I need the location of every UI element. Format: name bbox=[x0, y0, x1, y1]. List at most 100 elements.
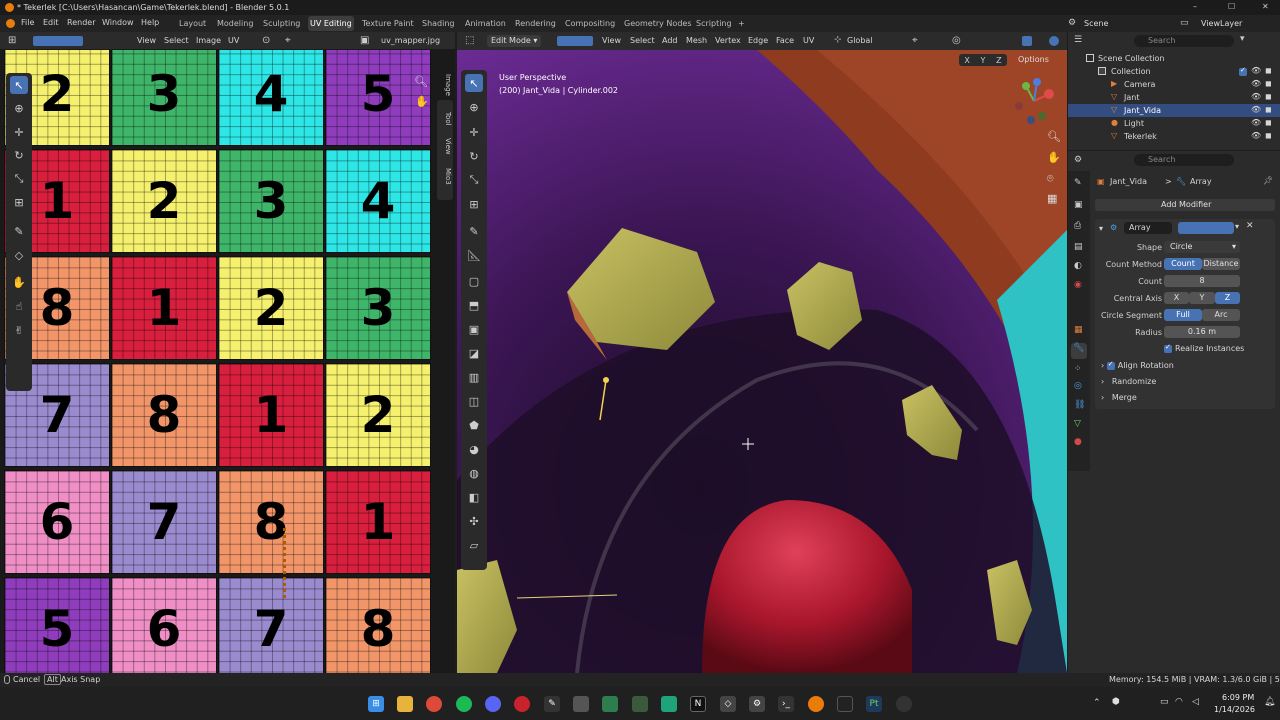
central-axis-z[interactable]: Z bbox=[1215, 292, 1240, 304]
central-axis-x[interactable]: X bbox=[1164, 292, 1189, 304]
data-tab-icon[interactable]: ▽ bbox=[1074, 419, 1081, 429]
circle-segment-full[interactable]: Full bbox=[1164, 309, 1202, 321]
terminal-icon[interactable]: ›_ bbox=[778, 696, 794, 712]
tray-wifi-icon[interactable]: ◠ bbox=[1175, 697, 1183, 707]
image-browse-icon[interactable]: ▣ bbox=[360, 35, 369, 46]
count-method-count[interactable]: Count bbox=[1164, 258, 1202, 270]
file-explorer-icon[interactable] bbox=[397, 696, 413, 712]
discord-icon[interactable] bbox=[485, 696, 501, 712]
vp-menu-mesh[interactable]: Mesh bbox=[686, 36, 707, 45]
count-field[interactable]: 8 bbox=[1164, 275, 1240, 287]
tab-shading[interactable]: Shading bbox=[420, 16, 457, 31]
spotify-icon[interactable] bbox=[456, 696, 472, 712]
mode-selector[interactable]: Edit Mode ▾ bbox=[487, 35, 542, 47]
realize-instances-checkbox[interactable]: Realize Instances bbox=[1164, 343, 1244, 353]
side-tab-mio3[interactable]: Mio3 bbox=[444, 168, 452, 185]
tab-scripting[interactable]: Scripting bbox=[694, 16, 734, 31]
uv-menu-uv[interactable]: UV bbox=[228, 36, 239, 45]
vp-shrink-tool-icon[interactable]: ✣ bbox=[465, 512, 483, 530]
render-camera-icon[interactable]: ◼ bbox=[1265, 92, 1272, 101]
panel-merge[interactable]: › Merge bbox=[1101, 393, 1137, 402]
render-camera-icon[interactable]: ◼ bbox=[1265, 118, 1272, 127]
vp-cursor-tool-icon[interactable]: ⊕ bbox=[465, 98, 483, 116]
visibility-eye-icon[interactable]: 👁︎ bbox=[1251, 66, 1261, 75]
vp-polybuild-tool-icon[interactable]: ⬟ bbox=[465, 416, 483, 434]
vp-measure-tool-icon[interactable]: 📐︎ bbox=[465, 246, 483, 264]
panel-randomize[interactable]: › Randomize bbox=[1101, 377, 1156, 386]
constraints-tab-icon[interactable]: ⛓ bbox=[1074, 400, 1085, 410]
outliner-row-tekerlek[interactable]: ▽ Tekerlek 👁︎ ◼ bbox=[1068, 130, 1280, 143]
menu-edit[interactable]: Edit bbox=[43, 18, 59, 27]
particles-tab-icon[interactable]: ⁘ bbox=[1074, 364, 1082, 374]
circle-segment-arc[interactable]: Arc bbox=[1202, 309, 1240, 321]
vp-rotate-tool-icon[interactable]: ↻ bbox=[465, 147, 483, 165]
modifier-toggle-buttons[interactable] bbox=[1178, 222, 1234, 234]
view-layer-tab-icon[interactable]: ▤ bbox=[1074, 242, 1083, 252]
outliner-row-scene-collection[interactable]: Scene Collection bbox=[1068, 52, 1280, 65]
render-camera-icon[interactable]: ◼ bbox=[1265, 66, 1272, 75]
outliner-search[interactable]: Search bbox=[1134, 35, 1234, 47]
tab-layout[interactable]: Layout bbox=[177, 16, 208, 31]
vp-menu-edge[interactable]: Edge bbox=[748, 36, 768, 45]
viewport-editor-type-icon[interactable]: ⬚ bbox=[465, 35, 474, 46]
image-name-field[interactable]: uv_mapper.jpg bbox=[381, 36, 440, 45]
app-green-icon[interactable] bbox=[602, 696, 618, 712]
app-display-icon[interactable] bbox=[573, 696, 589, 712]
visibility-eye-icon[interactable]: 👁︎ bbox=[1251, 105, 1261, 114]
view-layer-icon[interactable]: ▭ bbox=[1180, 18, 1189, 28]
render-tab-icon[interactable]: ▣ bbox=[1074, 200, 1083, 210]
vp-menu-vertex[interactable]: Vertex bbox=[715, 36, 741, 45]
clock-time[interactable]: 6:09 PM bbox=[1222, 693, 1254, 702]
scene-tab-icon[interactable]: ◐ bbox=[1074, 261, 1082, 271]
uv-menu-select[interactable]: Select bbox=[164, 36, 189, 45]
radius-field[interactable]: 0.16 m bbox=[1164, 326, 1240, 338]
tool-tab-icon[interactable]: ✎ bbox=[1074, 178, 1082, 188]
tab-rendering[interactable]: Rendering bbox=[513, 16, 558, 31]
view-layer-name[interactable]: ViewLayer bbox=[1201, 19, 1242, 28]
tab-sculpting[interactable]: Sculpting bbox=[261, 16, 302, 31]
shading-solid-icon[interactable] bbox=[1049, 36, 1059, 46]
world-tab-icon[interactable]: ◉ bbox=[1074, 280, 1082, 290]
axis-x[interactable]: X bbox=[964, 56, 969, 65]
unity-icon[interactable]: ◇ bbox=[720, 696, 736, 712]
snap-icon[interactable]: ⌖ bbox=[285, 35, 291, 46]
outliner-row-jant[interactable]: ▽ Jant 👁︎ ◼ bbox=[1068, 91, 1280, 104]
notification-bell-icon[interactable]: 🔔︎ bbox=[1264, 697, 1275, 707]
tab-compositing[interactable]: Compositing bbox=[563, 16, 617, 31]
uv-editor-canvas[interactable]: 234512348123781267815678 ↖ ⊕ ✛ ↻ ⤡ ⊞ ✎ ◇… bbox=[0, 50, 455, 673]
vp-loopcut-tool-icon[interactable]: ▥ bbox=[465, 368, 483, 386]
tab-texture-paint[interactable]: Texture Paint bbox=[360, 16, 416, 31]
outliner-row-camera[interactable]: ▶ Camera 👁︎ ◼ bbox=[1068, 78, 1280, 91]
properties-search[interactable]: Search bbox=[1134, 154, 1234, 166]
vp-spin-tool-icon[interactable]: ◕ bbox=[465, 440, 483, 458]
rotate-tool-icon[interactable]: ↻ bbox=[10, 146, 28, 164]
zoom-gizmo-icon[interactable]: 🔍︎ bbox=[1047, 130, 1061, 143]
vp-bevel-tool-icon[interactable]: ◪ bbox=[465, 344, 483, 362]
close-button[interactable]: ✕ bbox=[1262, 2, 1269, 11]
pivot-icon[interactable]: ⊙ bbox=[262, 35, 270, 46]
axis-y[interactable]: Y bbox=[981, 56, 986, 65]
vp-annotate-tool-icon[interactable]: ✎ bbox=[465, 222, 483, 240]
vp-smooth-tool-icon[interactable]: ◍ bbox=[465, 464, 483, 482]
add-modifier-button[interactable]: Add Modifier bbox=[1095, 199, 1275, 211]
app-dark-icon[interactable] bbox=[837, 696, 853, 712]
app-chart-icon[interactable] bbox=[661, 696, 677, 712]
transform-orientation-icon[interactable]: ⊹ bbox=[834, 35, 842, 45]
vp-knife-tool-icon[interactable]: ◫ bbox=[465, 392, 483, 410]
axis-lock-buttons[interactable]: X Y Z bbox=[959, 54, 1007, 66]
app-epic-icon[interactable]: N bbox=[690, 696, 706, 712]
maximize-button[interactable]: ☐ bbox=[1228, 2, 1235, 11]
vp-extrude-tool-icon[interactable]: ⬒ bbox=[465, 296, 483, 314]
3d-viewport[interactable]: ↖ ⊕ ✛ ↻ ⤡ ⊞ ✎ 📐︎ ▢ ⬒ ▣ ◪ ▥ ◫ ⬟ ◕ ◍ ◧ ✣ ▱… bbox=[457, 50, 1067, 673]
vp-menu-view[interactable]: View bbox=[602, 36, 621, 45]
uv-menu-image[interactable]: Image bbox=[196, 36, 221, 45]
menu-file[interactable]: File bbox=[21, 18, 34, 27]
count-method-distance[interactable]: Distance bbox=[1202, 258, 1240, 270]
panel-align-rotation[interactable]: › Align Rotation bbox=[1101, 360, 1174, 371]
axis-z[interactable]: Z bbox=[996, 56, 1001, 65]
proportional-edit-icon[interactable]: ◎ bbox=[952, 35, 961, 46]
modifier-dropdown-chevron-icon[interactable]: ▾ bbox=[1235, 222, 1239, 231]
scale-tool-icon[interactable]: ⤡ bbox=[10, 170, 28, 188]
chrome-icon[interactable] bbox=[426, 696, 442, 712]
photoshop-icon[interactable]: Pt bbox=[866, 696, 882, 712]
